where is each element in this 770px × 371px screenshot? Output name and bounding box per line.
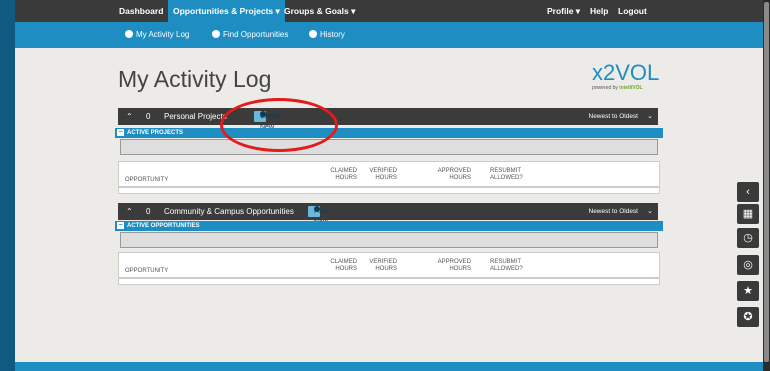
collapse-icon[interactable]: ⌃ <box>126 203 133 220</box>
col-resubmit-allowed: RESUBMIT ALLOWED? <box>490 259 523 272</box>
sub-nav: My Activity Log Find Opportunities Histo… <box>15 22 763 48</box>
calendar-icon[interactable]: ▦ <box>737 204 759 224</box>
table-row <box>118 278 660 285</box>
subnav-find-opportunities[interactable]: Find Opportunities <box>212 22 288 48</box>
active-projects-box <box>120 139 658 155</box>
opportunities-table-header: OPPORTUNITY CLAIMED HOURS VERIFIED HOURS… <box>118 252 660 278</box>
col-claimed-hours: CLAIMED HOURS <box>330 168 357 181</box>
nav-help[interactable]: Help <box>590 0 608 22</box>
active-opportunities-bar[interactable]: − ACTIVE OPPORTUNITIES <box>115 221 663 231</box>
nav-logout[interactable]: Logout <box>618 0 647 22</box>
col-opportunity: OPPORTUNITY <box>125 268 169 274</box>
nav-dashboard[interactable]: Dashboard <box>119 0 163 22</box>
col-verified-hours: VERIFIED HOURS <box>369 168 397 181</box>
chevron-down-icon[interactable]: ⌄ <box>647 108 653 125</box>
runner-icon[interactable]: ★ <box>737 281 759 301</box>
col-opportunity: OPPORTUNITY <box>125 177 169 183</box>
logo-powered-by: powered by intelliVOL <box>592 85 643 91</box>
alarm-icon[interactable]: ◷ <box>737 228 759 248</box>
chevron-left-icon[interactable]: ‹ <box>737 182 759 202</box>
clock-icon <box>125 30 133 38</box>
subnav-my-activity-log[interactable]: My Activity Log <box>125 22 189 48</box>
x2vol-logo: x2VOL powered by intelliVOL <box>592 60 660 101</box>
footer-bar <box>15 362 763 371</box>
chevron-down-icon[interactable]: ⌄ <box>647 203 653 220</box>
target-icon[interactable]: ◎ <box>737 255 759 275</box>
col-resubmit-allowed: RESUBMIT ALLOWED? <box>490 168 523 181</box>
community-campus-section: ⌃ 0 Community & Campus Opportunities Fin… <box>118 203 658 226</box>
section-title: Personal Projects <box>164 112 227 121</box>
table-row <box>118 187 660 194</box>
scrollbar-thumb[interactable] <box>764 2 769 362</box>
top-nav: Dashboard Opportunities & Projects ▾ Gro… <box>15 0 763 22</box>
projects-count: 0 <box>146 112 151 121</box>
projects-table-header: OPPORTUNITY CLAIMED HOURS VERIFIED HOURS… <box>118 161 660 187</box>
sort-select[interactable]: Newest to Oldest <box>589 203 639 220</box>
nav-groups-goals[interactable]: Groups & Goals ▾ <box>284 0 355 22</box>
page-title: My Activity Log <box>118 66 272 92</box>
minus-icon[interactable]: − <box>117 129 124 136</box>
personal-projects-section: ⌃ 0 Personal Projects Create New Newest … <box>118 108 658 131</box>
col-verified-hours: VERIFIED HOURS <box>369 259 397 272</box>
sort-select[interactable]: Newest to Oldest <box>589 108 639 125</box>
app-frame: Dashboard Opportunities & Projects ▾ Gro… <box>15 0 763 371</box>
col-approved-hours: APPROVED HOURS <box>437 168 471 181</box>
minus-icon[interactable]: − <box>117 222 124 229</box>
collapse-icon[interactable]: ⌃ <box>126 108 133 125</box>
history-icon <box>309 30 317 38</box>
subnav-history[interactable]: History <box>309 22 345 48</box>
active-opportunities-box <box>120 232 658 248</box>
award-icon[interactable]: ✪ <box>737 307 759 327</box>
col-approved-hours: APPROVED HOURS <box>437 259 471 272</box>
section-title: Community & Campus Opportunities <box>164 207 294 216</box>
col-claimed-hours: CLAIMED HOURS <box>330 259 357 272</box>
nav-profile[interactable]: Profile ▾ <box>547 0 580 22</box>
find-new-button[interactable]: Find New <box>308 206 328 226</box>
community-campus-header: ⌃ 0 Community & Campus Opportunities Fin… <box>118 203 658 226</box>
search-icon <box>212 30 220 38</box>
active-projects-bar[interactable]: − ACTIVE PROJECTS <box>115 128 663 138</box>
logo-brand: x2VOL <box>592 60 660 85</box>
opportunities-count: 0 <box>146 207 151 216</box>
personal-projects-header: ⌃ 0 Personal Projects Create New Newest … <box>118 108 658 131</box>
nav-opportunities-projects[interactable]: Opportunities & Projects ▾ <box>168 0 285 22</box>
highlight-circle <box>220 98 338 152</box>
